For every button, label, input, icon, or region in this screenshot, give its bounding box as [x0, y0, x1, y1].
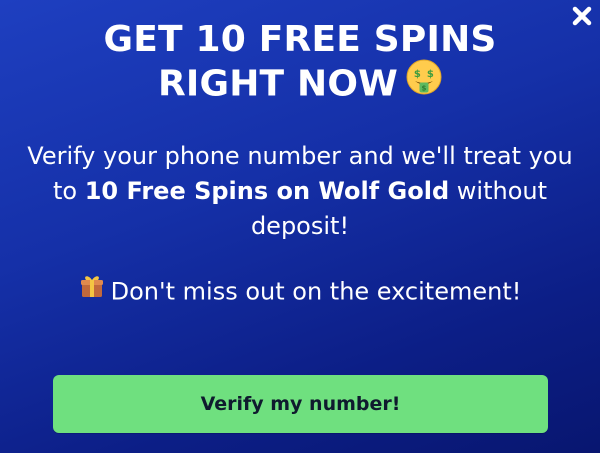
headline-line-2-text: RIGHT NOW — [157, 63, 399, 105]
tagline-text: Don't miss out on the excitement! — [110, 277, 522, 306]
money-mouth-face-icon: $ $ $ — [406, 59, 442, 106]
modal-headline: GET 10 FREE SPINS RIGHT NOW $ $ $ — [0, 0, 600, 109]
svg-text:$: $ — [414, 69, 421, 80]
svg-text:$: $ — [427, 69, 434, 80]
svg-text:$: $ — [422, 85, 427, 93]
promo-tagline: Don't miss out on the excitement! — [0, 276, 600, 309]
headline-line-2: RIGHT NOW $ $ $ — [0, 59, 600, 109]
close-icon — [572, 6, 592, 26]
close-button[interactable] — [570, 4, 594, 28]
gift-icon — [79, 273, 105, 306]
verify-number-button[interactable]: Verify my number! — [53, 375, 548, 433]
description-highlight: 10 Free Spins on Wolf Gold — [84, 177, 450, 205]
promo-modal: GET 10 FREE SPINS RIGHT NOW $ $ $ Verify… — [0, 0, 600, 453]
promo-description: Verify your phone number and we'll treat… — [20, 139, 580, 244]
headline-line-1: GET 10 FREE SPINS — [103, 19, 497, 60]
